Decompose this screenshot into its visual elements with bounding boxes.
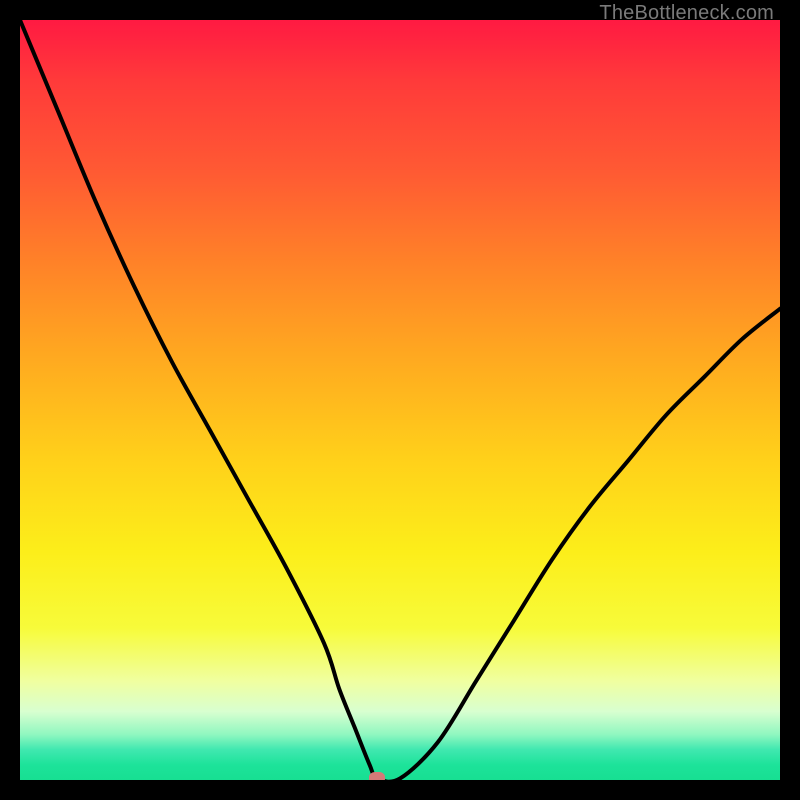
optimum-marker xyxy=(369,772,385,780)
curve-svg xyxy=(20,20,780,780)
bottleneck-curve xyxy=(20,20,780,780)
chart-frame: TheBottleneck.com xyxy=(0,0,800,800)
plot-area xyxy=(20,20,780,780)
